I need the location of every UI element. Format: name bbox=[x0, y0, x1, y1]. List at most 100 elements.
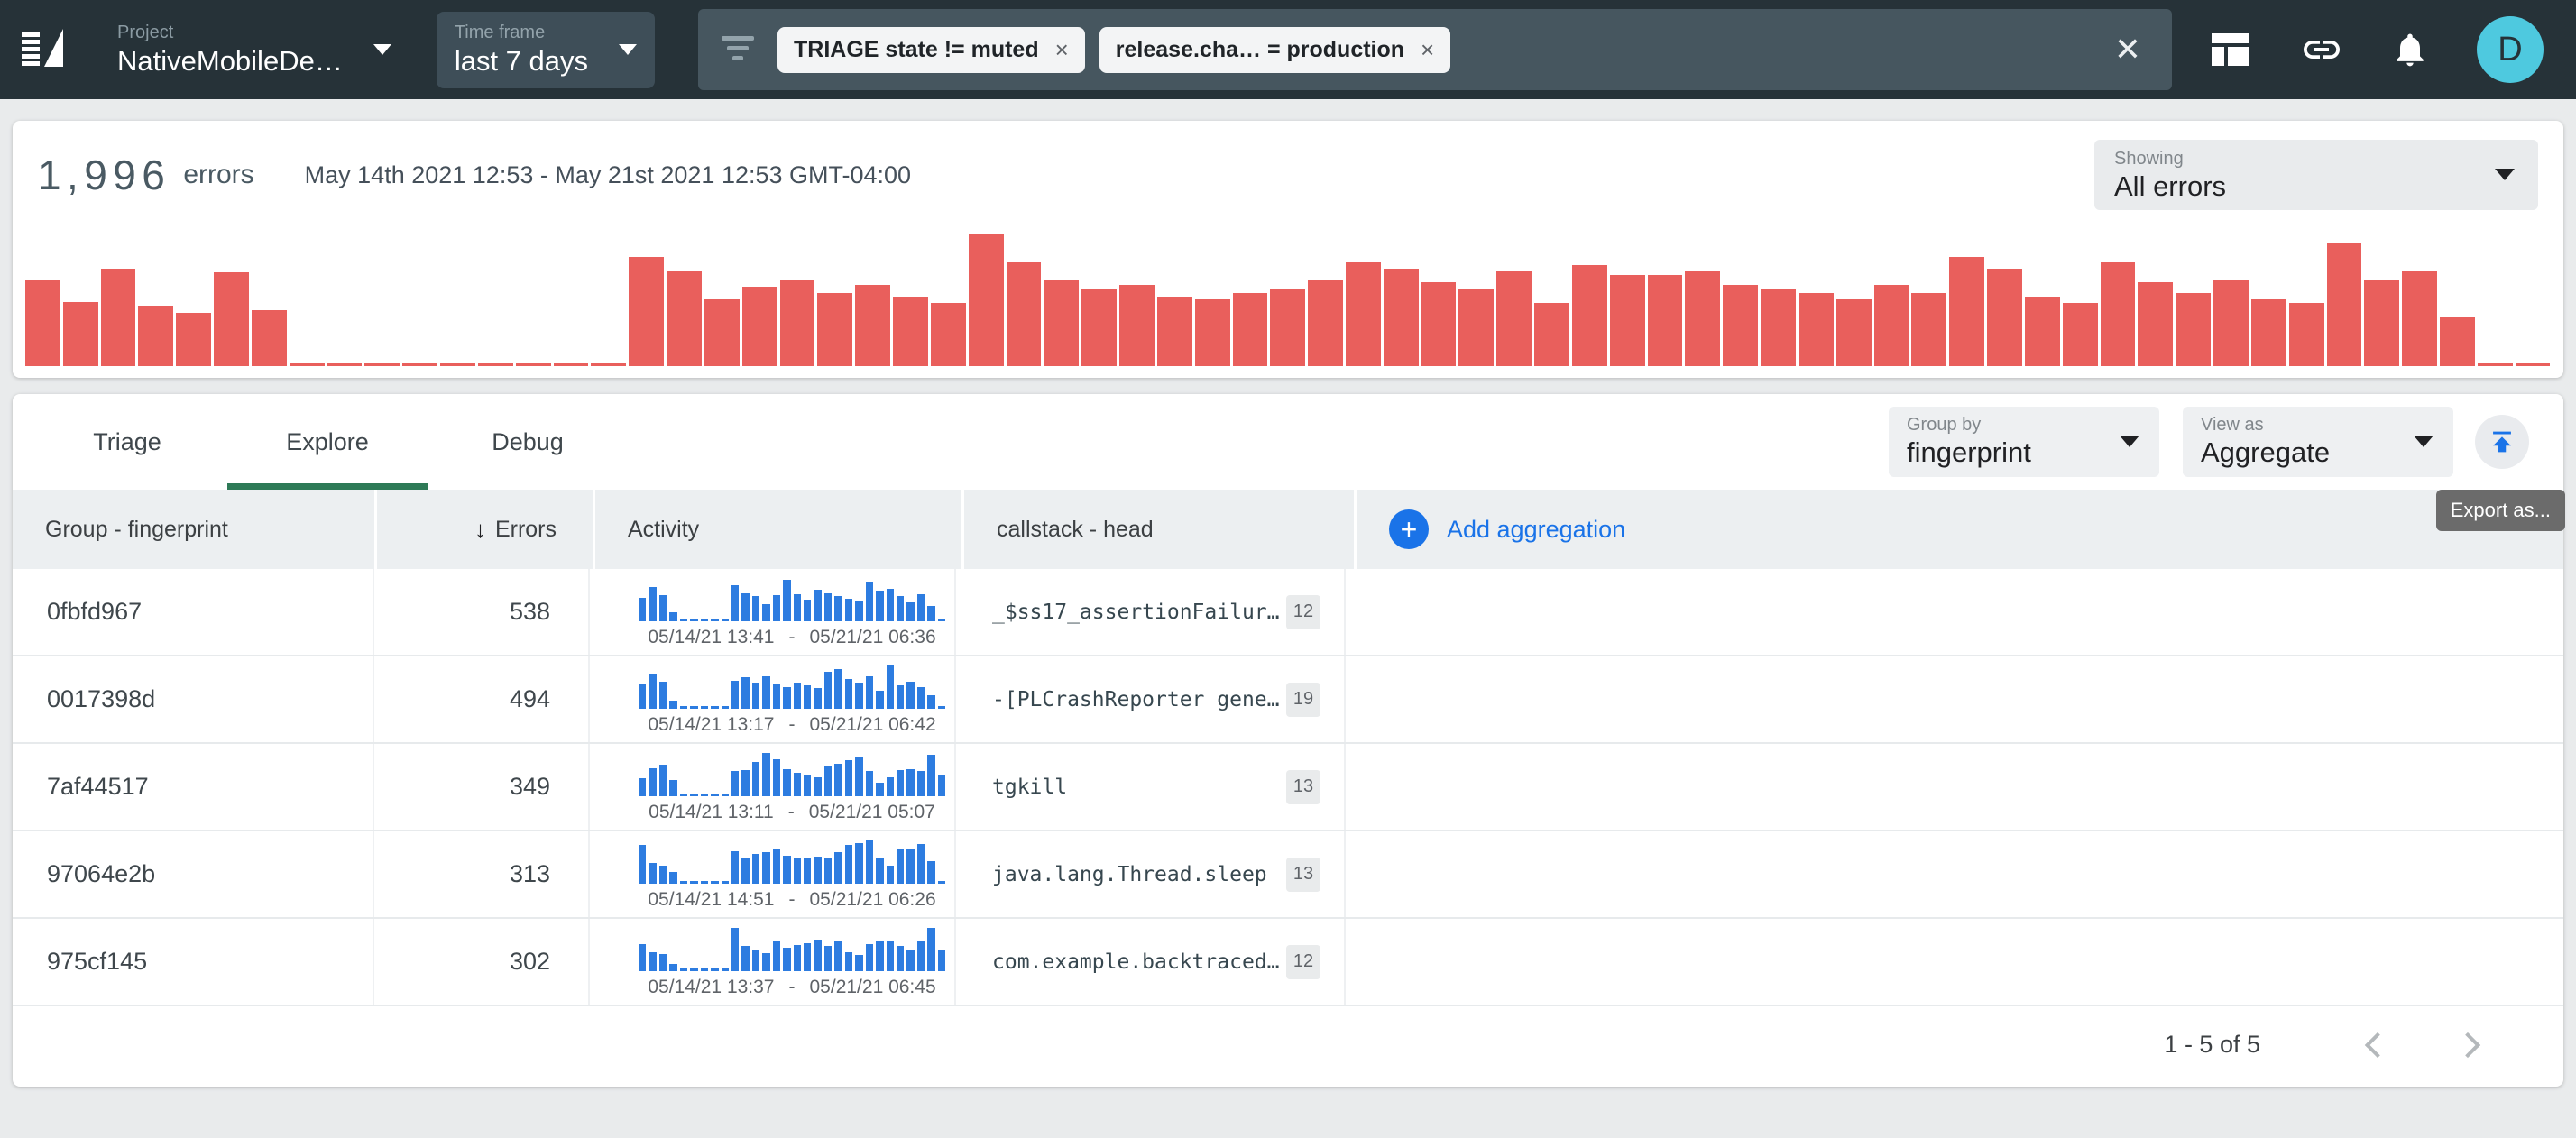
histogram-bar[interactable] bbox=[2101, 262, 2136, 366]
filter-chip-close-icon[interactable]: × bbox=[1421, 36, 1434, 64]
histogram-bar[interactable] bbox=[855, 285, 890, 366]
filter-chip[interactable]: TRIAGE state != muted× bbox=[777, 27, 1085, 73]
histogram-bar[interactable] bbox=[252, 310, 287, 366]
column-header-errors[interactable]: ↓ Errors bbox=[377, 490, 593, 569]
histogram-bar[interactable] bbox=[2213, 280, 2249, 366]
table-row[interactable]: 0017398d49405/14/21 13:17-05/21/21 06:42… bbox=[13, 656, 2563, 744]
bell-icon[interactable] bbox=[2390, 28, 2430, 71]
histogram-bar[interactable] bbox=[931, 303, 966, 366]
histogram-bar[interactable] bbox=[1911, 293, 1946, 366]
column-header-group[interactable]: Group - fingerprint bbox=[13, 490, 374, 569]
tab-debug[interactable]: Debug bbox=[428, 394, 628, 490]
tab-explore[interactable]: Explore bbox=[227, 394, 428, 490]
histogram-bar[interactable] bbox=[1270, 289, 1305, 366]
activity-sparkline bbox=[639, 664, 945, 709]
histogram-bar[interactable] bbox=[440, 363, 475, 366]
histogram-bar[interactable] bbox=[2402, 271, 2437, 366]
histogram-bar[interactable] bbox=[176, 313, 211, 366]
histogram-bar[interactable] bbox=[1874, 285, 1909, 366]
add-aggregation-button[interactable]: + Add aggregation bbox=[1357, 490, 2563, 569]
histogram-bar[interactable] bbox=[969, 234, 1004, 366]
histogram-bar[interactable] bbox=[1044, 280, 1079, 366]
histogram-bar[interactable] bbox=[1496, 271, 1532, 366]
histogram-bar[interactable] bbox=[1685, 271, 1720, 366]
histogram-bar[interactable] bbox=[290, 363, 325, 366]
table-row[interactable]: 97064e2b31305/14/21 14:51-05/21/21 06:26… bbox=[13, 831, 2563, 919]
histogram-bar[interactable] bbox=[327, 363, 363, 366]
histogram-bar[interactable] bbox=[63, 302, 98, 366]
table-row[interactable]: 975cf14530205/14/21 13:37-05/21/21 06:45… bbox=[13, 919, 2563, 1006]
histogram-bar[interactable] bbox=[402, 363, 437, 366]
filter-bar[interactable]: TRIAGE state != muted× release.cha… = pro… bbox=[698, 9, 2172, 90]
clear-filters-button[interactable]: ✕ bbox=[2107, 33, 2148, 66]
showing-dropdown[interactable]: Showing All errors bbox=[2094, 140, 2538, 210]
histogram-bar[interactable] bbox=[1949, 257, 1984, 366]
histogram-bar[interactable] bbox=[1799, 293, 1834, 366]
previous-page-button[interactable] bbox=[2365, 1032, 2390, 1057]
timeframe-selector[interactable]: Time frame last 7 days bbox=[437, 12, 655, 88]
filter-chip[interactable]: release.cha… = production× bbox=[1099, 27, 1450, 73]
histogram-bar[interactable] bbox=[667, 271, 702, 366]
histogram-bar[interactable] bbox=[138, 306, 173, 366]
histogram-bar[interactable] bbox=[1081, 289, 1117, 366]
histogram-bar[interactable] bbox=[1195, 299, 1230, 366]
histogram-bar[interactable] bbox=[1007, 262, 1042, 366]
histogram-bar[interactable] bbox=[2138, 282, 2173, 366]
histogram-bar[interactable] bbox=[2025, 297, 2060, 367]
histogram-bar[interactable] bbox=[893, 297, 928, 367]
table-row[interactable]: 0fbfd96753805/14/21 13:41-05/21/21 06:36… bbox=[13, 569, 2563, 656]
histogram-bar[interactable] bbox=[1346, 262, 1381, 366]
filter-chip-close-icon[interactable]: × bbox=[1055, 36, 1069, 64]
next-page-button[interactable] bbox=[2455, 1032, 2480, 1057]
table-row[interactable]: 7af4451734905/14/21 13:11-05/21/21 05:07… bbox=[13, 744, 2563, 831]
histogram-bar[interactable] bbox=[1384, 269, 1419, 367]
avatar[interactable]: D bbox=[2477, 16, 2544, 83]
view-as-dropdown[interactable]: View as Aggregate bbox=[2183, 407, 2453, 477]
histogram-bar[interactable] bbox=[2251, 299, 2286, 366]
histogram-bar[interactable] bbox=[2289, 303, 2324, 366]
histogram-bar[interactable] bbox=[554, 363, 589, 366]
histogram-bar[interactable] bbox=[817, 293, 852, 366]
histogram-bar[interactable] bbox=[2063, 303, 2098, 366]
link-icon[interactable] bbox=[2300, 28, 2343, 71]
histogram-bar[interactable] bbox=[1610, 275, 1645, 366]
histogram-bar[interactable] bbox=[2516, 363, 2551, 366]
histogram-bar[interactable] bbox=[2176, 293, 2211, 366]
histogram-bar[interactable] bbox=[1648, 275, 1683, 366]
histogram-bar[interactable] bbox=[1987, 269, 2022, 367]
histogram-bar[interactable] bbox=[591, 363, 626, 366]
histogram-bar[interactable] bbox=[2327, 243, 2362, 366]
group-by-dropdown[interactable]: Group by fingerprint bbox=[1889, 407, 2159, 477]
histogram-bar[interactable] bbox=[2440, 317, 2475, 366]
histogram-bar[interactable] bbox=[364, 363, 400, 366]
histogram-bar[interactable] bbox=[478, 363, 513, 366]
histogram-bar[interactable] bbox=[780, 280, 815, 366]
histogram-bar[interactable] bbox=[1157, 297, 1192, 367]
export-button[interactable] bbox=[2475, 415, 2529, 469]
histogram-bar[interactable] bbox=[1572, 265, 1607, 366]
histogram-bar[interactable] bbox=[629, 257, 664, 366]
project-selector[interactable]: Project NativeMobileDe… bbox=[117, 23, 391, 78]
histogram-bar[interactable] bbox=[1836, 299, 1872, 366]
histogram-bar[interactable] bbox=[214, 272, 249, 366]
histogram-bar[interactable] bbox=[516, 363, 551, 366]
histogram-bar[interactable] bbox=[1534, 303, 1569, 366]
dashboard-icon[interactable] bbox=[2212, 33, 2249, 66]
histogram-bar[interactable] bbox=[1308, 280, 1343, 366]
column-header-callstack[interactable]: callstack - head bbox=[964, 490, 1354, 569]
histogram-bar[interactable] bbox=[101, 269, 136, 367]
histogram-bar[interactable] bbox=[2364, 280, 2399, 366]
histogram-bar[interactable] bbox=[742, 287, 777, 366]
histogram-bar[interactable] bbox=[1421, 282, 1457, 366]
column-header-activity[interactable]: Activity bbox=[595, 490, 961, 569]
activity-date-range: 05/14/21 13:17-05/21/21 06:42 bbox=[637, 714, 948, 736]
histogram-bar[interactable] bbox=[1761, 289, 1796, 366]
histogram-bar[interactable] bbox=[1119, 285, 1155, 366]
histogram-bar[interactable] bbox=[25, 280, 60, 366]
histogram-bar[interactable] bbox=[1233, 293, 1268, 366]
histogram-bar[interactable] bbox=[2478, 363, 2513, 366]
histogram-bar[interactable] bbox=[1723, 285, 1758, 366]
tab-triage[interactable]: Triage bbox=[27, 394, 227, 490]
histogram-bar[interactable] bbox=[1458, 289, 1494, 366]
histogram-bar[interactable] bbox=[704, 299, 740, 366]
